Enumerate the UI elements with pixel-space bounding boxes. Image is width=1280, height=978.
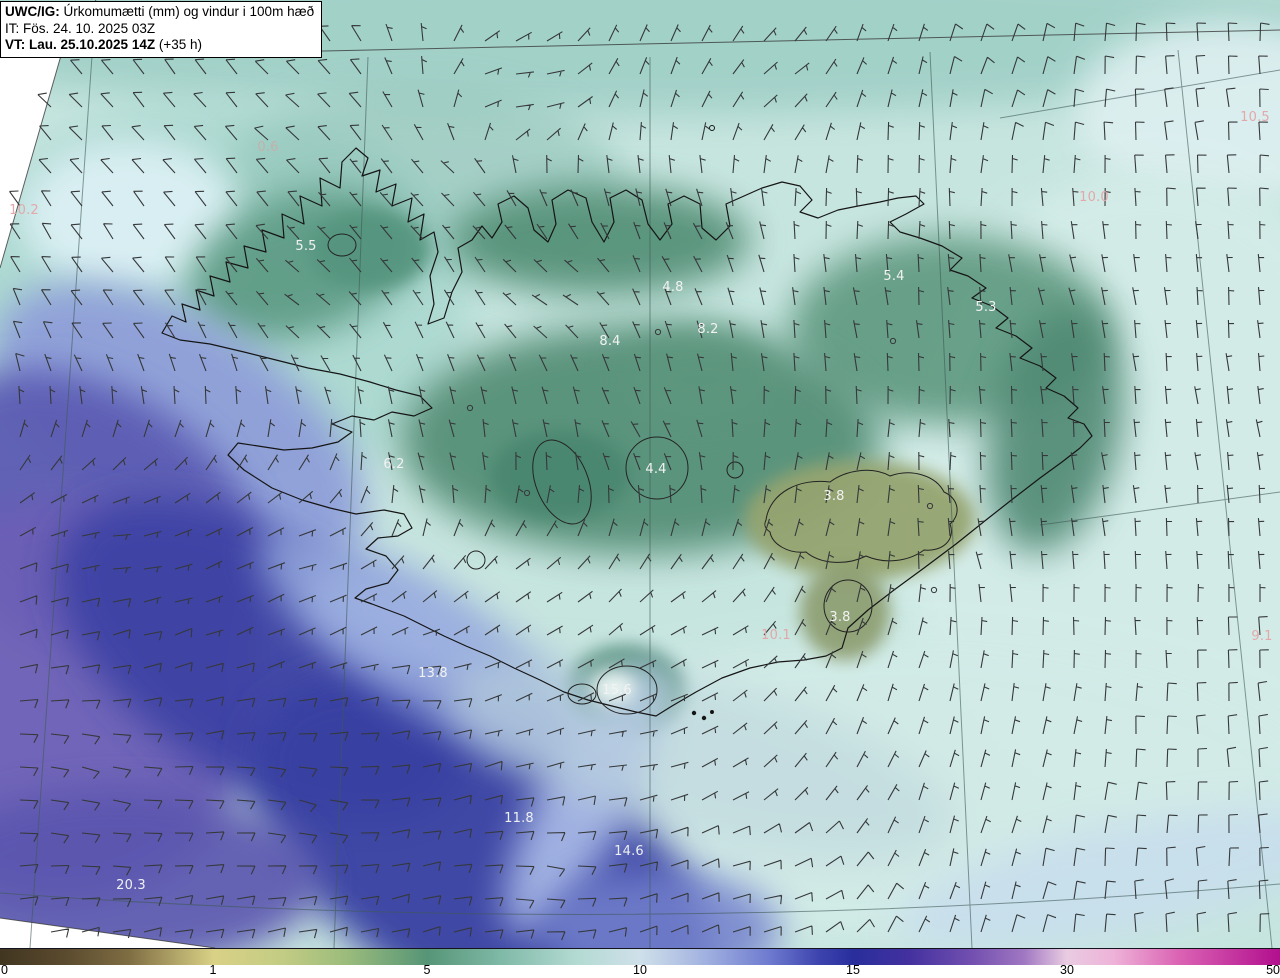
precipitation-field-map [0,0,1280,948]
lead-time: (+35 h) [158,37,203,53]
colorbar-tick: 1 [209,963,217,977]
colorbar-tick: 30 [1060,963,1074,977]
init-time-line: IT: Fös. 24. 10. 2025 03Z [5,20,156,36]
weather-map: 0.6 10.2 5.5 4.8 5.4 5.3 8.2 8.4 10.5 10.0 6.2 4.4 3… [0,0,1280,948]
colorbar-tick: 15 [846,963,860,977]
colorbar-tick: 50 [1266,963,1280,977]
colorbar-tick-labels: 0 1 5 10 15 30 50 [0,963,1280,978]
product-code: UWC/IG: [5,4,60,19]
product-title: Úrkomumætti (mm) og vindur i 100m hæð [63,4,315,19]
valid-time-line: VT: Lau. 25.10.2025 14Z (+35 h) [5,37,314,54]
valid-time: VT: Lau. 25.10.2025 14Z [5,37,156,53]
precip-shading [0,0,1280,948]
title-box: UWC/IG: Úrkomumætti (mm) og vindur i 100… [0,1,323,59]
colorbar-tick: 0 [1,963,8,977]
colorbar-tick: 5 [423,963,431,977]
colorbar: 0 1 5 10 15 30 50 [0,948,1280,978]
title-line-product: UWC/IG: Úrkomumætti (mm) og vindur i 100… [5,4,314,21]
colorbar-tick: 10 [633,963,647,977]
